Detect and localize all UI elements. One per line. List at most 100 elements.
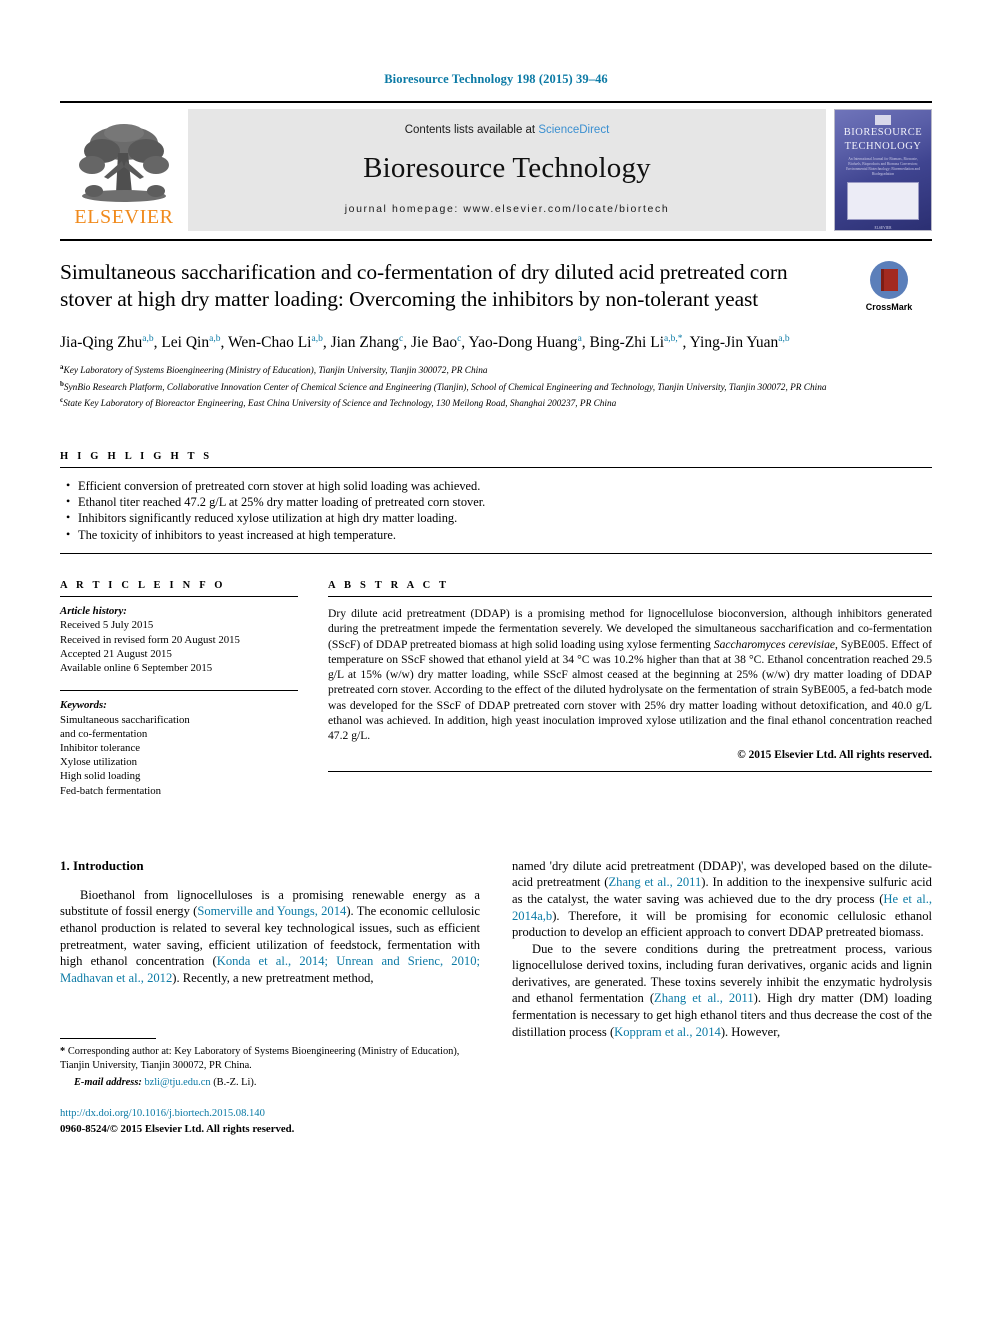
introduction-heading: 1. Introduction — [60, 857, 144, 873]
article-history-label: Article history: — [60, 605, 127, 618]
body-columns: 1. Introduction Bioethanol from lignocel… — [60, 858, 932, 1137]
highlights-bottom-rule — [60, 553, 932, 555]
keyword-item: Fed-batch fermentation — [60, 784, 162, 797]
journal-title: Bioresource Technology — [363, 151, 651, 184]
crossmark-badge[interactable]: CrossMark — [846, 259, 932, 313]
corresponding-author-text: Corresponding author at: Key Laboratory … — [60, 1046, 460, 1071]
highlights-section: H I G H L I G H T S Efficient conversion… — [60, 451, 932, 555]
doi-link[interactable]: http://dx.doi.org/10.1016/j.biortech.201… — [60, 1108, 480, 1119]
author-affiliation-marker: c — [399, 334, 404, 344]
keyword-item: and co-fermentation — [60, 727, 148, 740]
intro-right-text3: ). Therefore, it will be promising for e… — [512, 908, 932, 940]
abstract-heading: A B S T R A C T — [328, 580, 450, 592]
journal-band: Contents lists available at ScienceDirec… — [188, 109, 826, 231]
abstract-species-name: Saccharomyces cerevisiae — [713, 637, 836, 651]
author-affiliation-marker: a,b — [209, 334, 221, 344]
title-main: Simultaneous saccharification and co-fer… — [60, 259, 846, 313]
author-name: Jian Zhang — [330, 334, 400, 352]
email-note: E-mail address: bzli@tju.edu.cn (B.-Z. L… — [60, 1076, 480, 1089]
citation-link[interactable]: Zhang et al., 2011 — [608, 875, 701, 889]
affiliation: bSynBio Research Platform, Collaborative… — [60, 379, 827, 393]
affiliation-list: aKey Laboratory of Systems Bioengineerin… — [60, 361, 932, 411]
highlight-item: Ethanol titer reached 47.2 g/L at 25% dr… — [66, 493, 932, 510]
cover-elsevier-mark — [875, 115, 891, 126]
body-column-right: named 'dry dilute acid pretreatment (DDA… — [512, 858, 932, 1137]
article-info-heading: A R T I C L E I N F O — [60, 580, 226, 592]
sciencedirect-link[interactable]: ScienceDirect — [538, 124, 609, 136]
crossmark-label: CrossMark — [865, 302, 913, 312]
keyword-item: Inhibitor tolerance — [60, 741, 141, 754]
article-history-item: Accepted 21 August 2015 — [60, 647, 172, 660]
abstract-column: A B S T R A C T Dry dilute acid pretreat… — [328, 580, 932, 797]
elsevier-wordmark: ELSEVIER — [74, 206, 174, 228]
abstract-part2: , SyBE005. Effect of temperature on SScF… — [328, 637, 932, 742]
running-head: Bioresource Technology 198 (2015) 39–46 — [384, 72, 608, 86]
paper-page: Bioresource Technology 198 (2015) 39–46 — [0, 0, 992, 1323]
journal-masthead: ELSEVIER Contents lists available at Sci… — [60, 101, 932, 231]
intro-paragraph-right-1: named 'dry dilute acid pretreatment (DDA… — [512, 858, 932, 941]
author-name: Bing-Zhi Li — [589, 334, 665, 352]
intro-left-text3: ). Recently, a new pretreatment method, — [172, 970, 374, 985]
highlight-item: The toxicity of inhibitors to yeast incr… — [66, 526, 932, 543]
footnote-rule — [60, 1038, 156, 1040]
info-abstract-section: A R T I C L E I N F O Article history: R… — [60, 580, 932, 797]
intro-right-text6: ). However, — [720, 1024, 781, 1039]
corresponding-author-note: * Corresponding author at: Key Laborator… — [60, 1045, 480, 1072]
footnote-block: * Corresponding author at: Key Laborator… — [60, 1038, 480, 1136]
email-suffix: (B.-Z. Li). — [213, 1077, 257, 1089]
article-info-column: A R T I C L E I N F O Article history: R… — [60, 580, 328, 797]
email-link[interactable]: bzli@tju.edu.cn — [144, 1077, 210, 1088]
crossmark-icon — [870, 261, 908, 299]
citation-link[interactable]: Koppram et al., 2014 — [614, 1025, 721, 1039]
title-area: Simultaneous saccharification and co-fer… — [60, 259, 932, 313]
keywords-block: Keywords: Simultaneous saccharification a… — [60, 691, 298, 797]
cover-footer: ELSEVIER — [874, 226, 892, 230]
highlight-item: Efficient conversion of pretreated corn … — [66, 477, 932, 494]
affiliation: cState Key Laboratory of Bioreactor Engi… — [60, 396, 617, 410]
email-label: E-mail address: — [74, 1077, 142, 1089]
author-name: Jie Bao — [411, 334, 458, 352]
intro-paragraph-right-2: Due to the severe conditions during the … — [512, 941, 932, 1041]
highlights-list: Efficient conversion of pretreated corn … — [60, 468, 932, 554]
abstract-text: Dry dilute acid pretreatment (DDAP) is a… — [328, 597, 932, 743]
elsevier-logo: ELSEVIER — [60, 109, 188, 231]
author-name: Yao-Dong Huang — [468, 334, 578, 352]
author-name: Jia-Qing Zhu — [60, 334, 143, 352]
citation-link[interactable]: Zhang et al., 2011 — [654, 991, 754, 1005]
highlight-item: Inhibitors significantly reduced xylose … — [66, 509, 932, 526]
author-affiliation-marker: a,b,* — [664, 334, 683, 344]
contents-line: Contents lists available at ScienceDirec… — [405, 124, 610, 136]
author-affiliation-marker: a,b — [142, 334, 154, 344]
doi-block: http://dx.doi.org/10.1016/j.biortech.201… — [60, 1108, 480, 1137]
contents-prefix: Contents lists available at — [404, 123, 539, 136]
author-name: Lei Qin — [161, 334, 210, 352]
intro-paragraph-left: Bioethanol from lignocelluloses is a pro… — [60, 887, 480, 987]
footnote-marker: * — [60, 1046, 66, 1058]
citation-link[interactable]: Somerville and Youngs, 2014 — [197, 904, 346, 918]
author-name: Ying-Jin Yuan — [689, 334, 779, 352]
affiliation: aKey Laboratory of Systems Bioengineerin… — [60, 363, 488, 377]
author-affiliation-marker: c — [457, 334, 462, 344]
page-title: Simultaneous saccharification and co-fer… — [60, 260, 788, 311]
journal-cover-thumbnail[interactable]: BIORESOURCE TECHNOLOGY An International … — [834, 109, 932, 231]
author-list: Jia-Qing Zhua,b, Lei Qina,b, Wen-Chao Li… — [60, 334, 790, 352]
masthead-bottom-rule — [60, 239, 932, 241]
article-history: Article history: Received 5 July 2015 Rec… — [60, 597, 298, 675]
highlights-heading: H I G H L I G H T S — [60, 450, 213, 462]
author-name: Wen-Chao Li — [227, 334, 312, 352]
keyword-item: Simultaneous saccharification — [60, 713, 190, 726]
elsevier-tree-icon — [79, 124, 169, 202]
keyword-item: High solid loading — [60, 770, 141, 783]
issn-line: 0960-8524/© 2015 Elsevier Ltd. All right… — [60, 1122, 295, 1135]
body-column-left: 1. Introduction Bioethanol from lignocel… — [60, 858, 480, 1137]
keyword-item: Xylose utilization — [60, 756, 138, 769]
cover-title-line2: TECHNOLOGY — [844, 141, 922, 153]
author-affiliation-marker: a — [577, 334, 582, 344]
keywords-label: Keywords: — [60, 699, 107, 712]
cover-title-line1: BIORESOURCE — [843, 127, 923, 139]
article-history-item: Received in revised form 20 August 2015 — [60, 633, 240, 646]
cover-figure — [847, 182, 919, 220]
journal-homepage[interactable]: journal homepage: www.elsevier.com/locat… — [345, 203, 670, 215]
abstract-copyright: © 2015 Elsevier Ltd. All rights reserved… — [737, 749, 932, 762]
article-history-item: Received 5 July 2015 — [60, 619, 154, 632]
